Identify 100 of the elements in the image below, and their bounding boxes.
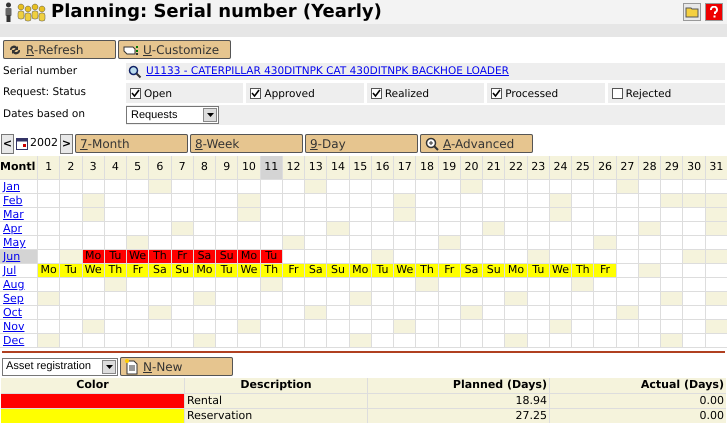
month-link[interactable]: Mar — [0, 209, 24, 220]
view-button[interactable]: 8-Week — [190, 134, 303, 153]
month-link[interactable]: Dec — [0, 335, 24, 346]
shaded-day-cell — [438, 236, 460, 249]
day-cell — [127, 180, 148, 193]
day-cell — [327, 334, 349, 347]
day-cell — [661, 236, 682, 249]
day-cell — [149, 222, 171, 235]
shaded-day-cell — [460, 180, 482, 193]
day-cell — [282, 250, 304, 263]
view-button[interactable]: 7-Month — [75, 134, 188, 153]
day-header: 12 — [282, 156, 304, 179]
booking-cell: Mo — [350, 264, 371, 277]
day-cell — [460, 222, 482, 235]
month-header: Montl — [0, 156, 37, 179]
checkbox[interactable] — [250, 88, 262, 98]
day-cell — [282, 180, 304, 193]
day-cell — [238, 222, 260, 235]
hand-icon — [123, 44, 139, 56]
booking-cell: We — [550, 264, 572, 277]
month-link[interactable]: May — [0, 237, 26, 248]
day-cell — [616, 264, 638, 277]
month-link[interactable]: Jan — [0, 181, 20, 192]
month-link[interactable]: Sep — [0, 293, 24, 304]
checkbox[interactable] — [491, 88, 502, 98]
month-link[interactable]: Oct — [0, 307, 22, 318]
day-cell — [305, 194, 326, 207]
shaded-day-cell — [238, 194, 260, 207]
day-cell — [594, 306, 616, 319]
checkbox[interactable] — [130, 88, 141, 98]
view-button[interactable]: A-Advanced — [420, 134, 533, 153]
new-button[interactable]: N-New — [120, 357, 233, 376]
day-cell — [594, 180, 616, 193]
day-cell — [438, 222, 460, 235]
day-cell — [60, 194, 82, 207]
booking-cell: Sa — [305, 264, 326, 277]
next-year-button[interactable]: > — [60, 134, 73, 154]
day-cell — [394, 222, 416, 235]
day-cell — [638, 236, 660, 249]
calendar-icon — [16, 138, 28, 150]
checkmark-icon — [492, 88, 502, 98]
day-cell — [528, 320, 549, 333]
booking-cell: Tu — [104, 250, 126, 263]
day-cell — [216, 208, 238, 221]
checkbox[interactable] — [612, 88, 623, 98]
shaded-day-cell — [327, 222, 349, 235]
caret-icon — [206, 113, 214, 117]
day-cell — [327, 292, 349, 305]
search-icon — [128, 64, 142, 78]
day-cell — [216, 320, 238, 333]
refresh-button[interactable]: R-Refresh — [3, 40, 116, 59]
day-cell — [438, 320, 460, 333]
day-header: 18 — [416, 156, 438, 179]
shaded-day-cell — [661, 334, 682, 347]
day-cell — [60, 236, 82, 249]
customize-button[interactable]: U-Customize — [118, 40, 231, 59]
shaded-day-cell — [194, 292, 216, 305]
day-cell — [394, 334, 416, 347]
checkbox[interactable] — [370, 88, 382, 98]
day-cell — [260, 194, 282, 207]
dates-dropdown[interactable]: Requests — [126, 106, 219, 124]
folder-icon[interactable] — [683, 3, 701, 21]
day-cell — [460, 334, 482, 347]
day-cell — [483, 292, 504, 305]
booking-cell: Tu — [372, 264, 394, 277]
day-cell — [460, 250, 482, 263]
day-cell — [416, 222, 438, 235]
day-cell — [572, 236, 594, 249]
month-link[interactable]: Aug — [0, 279, 24, 290]
day-header: 5 — [127, 156, 148, 179]
day-cell — [594, 194, 616, 207]
month-link[interactable]: Jun — [0, 251, 20, 262]
day-cell — [127, 222, 148, 235]
day-header: 20 — [460, 156, 482, 179]
day-cell — [372, 208, 394, 221]
booking-cell: Th — [149, 250, 171, 263]
day-cell — [594, 250, 616, 263]
day-cell — [60, 278, 82, 291]
day-cell — [216, 292, 238, 305]
shaded-day-cell — [238, 320, 260, 333]
day-cell — [305, 208, 326, 221]
table-cell: 0.00 — [550, 394, 726, 408]
day-header: 8 — [194, 156, 216, 179]
month-link[interactable]: Nov — [0, 321, 24, 332]
asset-dropdown[interactable]: Asset registration — [2, 358, 118, 376]
day-header: 21 — [483, 156, 504, 179]
day-cell — [82, 334, 104, 347]
month-link[interactable]: Jul — [0, 265, 16, 276]
day-cell — [438, 180, 460, 193]
view-button[interactable]: 9-Day — [305, 134, 418, 153]
day-cell — [638, 334, 660, 347]
day-cell — [172, 180, 193, 193]
booking-cell: Mo — [82, 250, 104, 263]
booking-cell: Fr — [282, 264, 304, 277]
help-icon[interactable] — [705, 3, 723, 21]
booking-cell: Tu — [260, 250, 282, 263]
previous-year-button[interactable]: < — [1, 134, 14, 154]
month-link[interactable]: Apr — [0, 223, 22, 234]
day-cell — [104, 320, 126, 333]
month-link[interactable]: Feb — [0, 195, 22, 206]
